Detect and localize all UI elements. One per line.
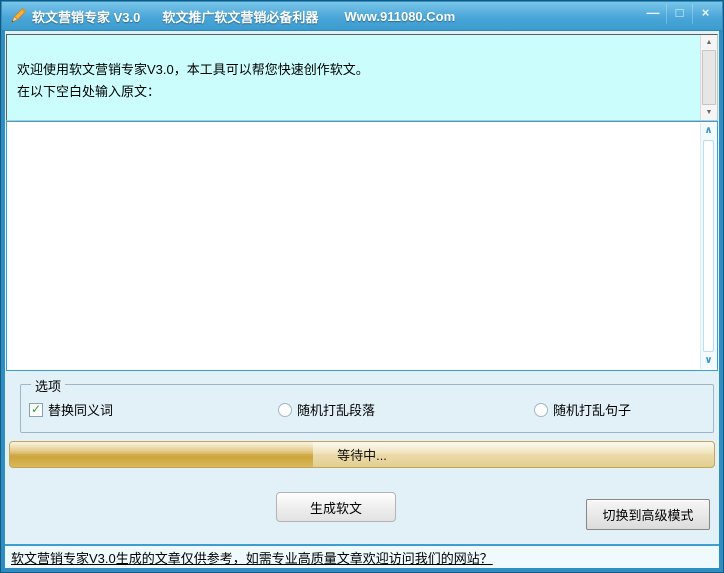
minimize-button[interactable]: — bbox=[640, 4, 666, 24]
checkbox-replace-synonyms[interactable]: ✓ 替换同义词 bbox=[29, 400, 113, 419]
window-body: 欢迎使用软文营销专家V3.0，本工具可以帮您快速创作软文。 在以下空白处输入原文… bbox=[2, 31, 722, 571]
radio-icon bbox=[534, 403, 548, 417]
welcome-line1: 欢迎使用软文营销专家V3.0，本工具可以帮您快速创作软文。 bbox=[17, 59, 687, 81]
checkbox-icon: ✓ bbox=[29, 403, 43, 417]
window-controls: — □ × bbox=[640, 4, 718, 24]
options-group: 选项 ✓ 替换同义词 随机打乱段落 随机打乱句子 bbox=[20, 384, 714, 433]
generate-button[interactable]: 生成软文 bbox=[276, 492, 396, 522]
welcome-box: 欢迎使用软文营销专家V3.0，本工具可以帮您快速创作软文。 在以下空白处输入原文… bbox=[6, 34, 718, 121]
radio-shuffle-paragraphs[interactable]: 随机打乱段落 bbox=[278, 400, 375, 419]
window-subtitle: 软文推广软文营销必备利器 bbox=[162, 7, 318, 26]
status-bar: 软文营销专家V3.0生成的文章仅供参考，如需专业高质量文章欢迎访问我们的网站？ bbox=[5, 546, 719, 568]
titlebar[interactable]: 软文营销专家 V3.0 软文推广软文营销必备利器 Www.911080.Com … bbox=[2, 2, 722, 31]
switch-advanced-mode-button[interactable]: 切换到高级模式 bbox=[586, 499, 710, 530]
radio-shuffle-sentences[interactable]: 随机打乱句子 bbox=[534, 400, 631, 419]
progress-bar: 等待中... bbox=[9, 441, 715, 468]
editor-scrollbar[interactable]: ∧ ∨ bbox=[700, 123, 716, 369]
checkbox-label: 替换同义词 bbox=[48, 400, 113, 419]
scroll-down-icon[interactable]: ∨ bbox=[701, 353, 716, 369]
radio-label: 随机打乱段落 bbox=[297, 400, 375, 419]
pencil-icon bbox=[8, 6, 28, 26]
website-link[interactable]: 软文营销专家V3.0生成的文章仅供参考，如需专业高质量文章欢迎访问我们的网站？ bbox=[11, 548, 493, 567]
window-title: 软文营销专家 V3.0 bbox=[32, 7, 140, 26]
scroll-down-icon[interactable]: ▼ bbox=[701, 105, 717, 120]
main-panel: 欢迎使用软文营销专家V3.0，本工具可以帮您快速创作软文。 在以下空白处输入原文… bbox=[5, 31, 719, 546]
close-button[interactable]: × bbox=[692, 4, 718, 24]
article-input[interactable]: ∧ ∨ bbox=[6, 121, 718, 371]
radio-icon bbox=[278, 403, 292, 417]
progress-label: 等待中... bbox=[10, 442, 714, 467]
maximize-button[interactable]: □ bbox=[666, 4, 692, 24]
titlebar-url: Www.911080.Com bbox=[344, 9, 455, 24]
welcome-line2: 在以下空白处输入原文： bbox=[17, 81, 687, 103]
welcome-scrollbar[interactable]: ▲ ▼ bbox=[700, 35, 717, 120]
app-window: 软文营销专家 V3.0 软文推广软文营销必备利器 Www.911080.Com … bbox=[0, 0, 724, 573]
options-group-label: 选项 bbox=[31, 376, 65, 395]
scrollbar-thumb[interactable] bbox=[702, 50, 716, 105]
scrollbar-thumb[interactable] bbox=[703, 140, 714, 352]
scroll-up-icon[interactable]: ∧ bbox=[701, 123, 716, 139]
radio-label: 随机打乱句子 bbox=[553, 400, 631, 419]
scroll-up-icon[interactable]: ▲ bbox=[701, 35, 717, 50]
